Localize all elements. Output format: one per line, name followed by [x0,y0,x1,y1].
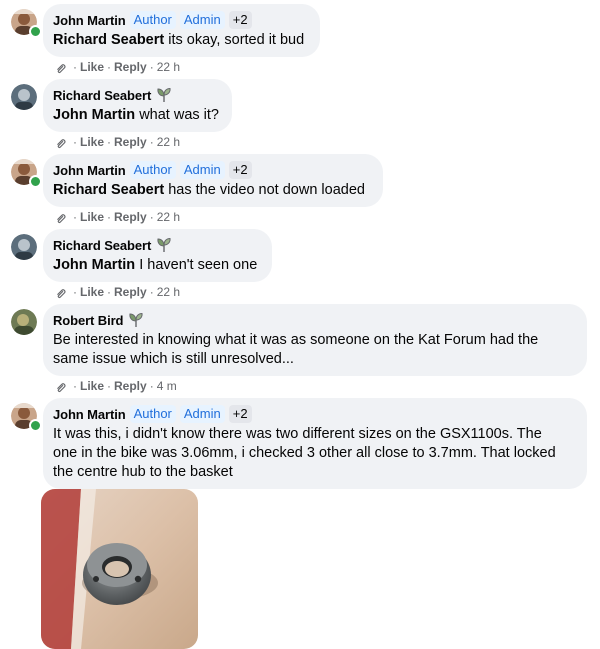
timestamp[interactable]: 22 h [157,60,180,74]
mention-link[interactable]: Richard Seabert [53,32,164,48]
comment-line: one in the bike was 3.06mm, i checked 3 … [53,445,556,461]
avatar[interactable] [11,309,37,335]
comment-text: It was this, i didn't know there was two… [53,425,576,482]
admin-badge[interactable]: Admin [179,11,225,29]
author-badge[interactable]: Author [129,161,176,179]
online-status-dot [29,25,42,38]
admin-badge[interactable]: Admin [179,161,225,179]
reply-button[interactable]: Reply [114,60,147,74]
comment-bubble: John Martin Author Admin +2 Richard Seab… [43,4,320,57]
comment-bubble: Richard Seabert John Martin what was it? [43,79,232,132]
mention-link[interactable]: Richard Seabert [53,182,164,198]
sprout-icon[interactable] [156,87,172,103]
author-badge[interactable]: Author [129,405,176,423]
link-icon [55,380,68,393]
comment-line: It was this, i didn't know there was two… [53,426,542,442]
author-badge[interactable]: Author [129,11,176,29]
like-button[interactable]: Like [80,379,104,393]
reply-button[interactable]: Reply [114,379,147,393]
more-badges[interactable]: +2 [228,11,252,29]
comment-body: its okay, sorted it bud [164,32,305,48]
comment-line: the centre hub to the basket [53,464,233,480]
comment-bubble: John Martin Author Admin +2 It was this,… [43,398,587,489]
comment-text: Richard Seabert its okay, sorted it bud [53,31,309,50]
timestamp[interactable]: 22 h [157,210,180,224]
reply-button[interactable]: Reply [114,135,147,149]
avatar[interactable] [11,234,37,260]
timestamp[interactable]: 22 h [157,135,180,149]
timestamp[interactable]: 4 m [157,379,177,393]
comment-actions: · Like · Reply · 4 m [55,379,177,393]
reply-button[interactable]: Reply [114,285,147,299]
link-icon [55,286,68,299]
mention-link[interactable]: John Martin [53,107,135,123]
mention-link[interactable]: John Martin [53,257,135,273]
comment-bubble: Robert Bird Be interested in knowing wha… [43,304,587,376]
comment-actions: · Like · Reply · 22 h [55,210,180,224]
comment-actions: · Like · Reply · 22 h [55,285,180,299]
comment-actions: · Like · Reply · 22 h [55,60,180,74]
comment-body: what was it? [135,107,219,123]
comment-line: Be interested in knowing what it was as … [53,332,539,348]
avatar[interactable] [11,84,37,110]
comment-text: John Martin what was it? [53,106,221,125]
online-status-dot [29,175,42,188]
link-icon [55,61,68,74]
author-name[interactable]: Richard Seabert [53,238,151,253]
attached-photo[interactable] [41,489,198,649]
author-name[interactable]: John Martin [53,13,126,28]
comment-bubble: Richard Seabert John Martin I haven't se… [43,229,272,282]
like-button[interactable]: Like [80,135,104,149]
comment-actions: · Like · Reply · 22 h [55,135,180,149]
sprout-icon[interactable] [128,312,144,328]
like-button[interactable]: Like [80,60,104,74]
comment-text: Richard Seabert has the video not down l… [53,181,372,200]
link-icon [55,136,68,149]
like-button[interactable]: Like [80,285,104,299]
comment-body: has the video not down loaded [164,182,365,198]
more-badges[interactable]: +2 [228,161,252,179]
sprout-icon[interactable] [156,237,172,253]
reply-button[interactable]: Reply [114,210,147,224]
author-name[interactable]: Robert Bird [53,313,124,328]
comment-text: Be interested in knowing what it was as … [53,331,576,369]
author-name[interactable]: Richard Seabert [53,88,151,103]
comment-text: John Martin I haven't seen one [53,256,261,275]
more-badges[interactable]: +2 [228,405,252,423]
link-icon [55,211,68,224]
comment-line: same issue which is still unresolved... [53,351,294,367]
comment-body: I haven't seen one [135,257,258,273]
author-name[interactable]: John Martin [53,407,126,422]
timestamp[interactable]: 22 h [157,285,180,299]
comment-bubble: John Martin Author Admin +2 Richard Seab… [43,154,383,207]
author-name[interactable]: John Martin [53,163,126,178]
like-button[interactable]: Like [80,210,104,224]
online-status-dot [29,419,42,432]
admin-badge[interactable]: Admin [179,405,225,423]
